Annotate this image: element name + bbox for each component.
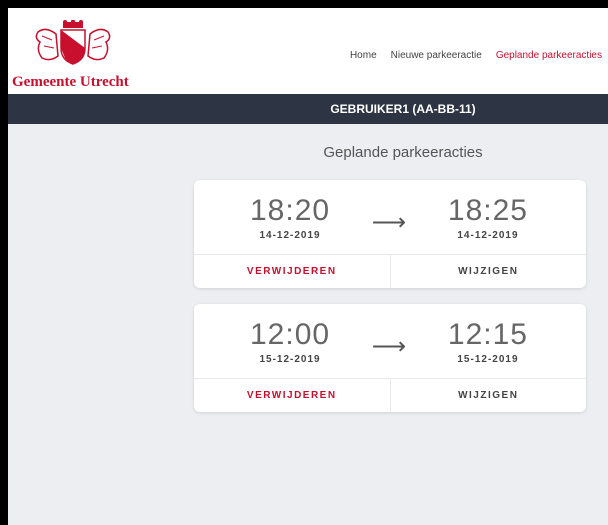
page-title: Geplande parkeeracties	[323, 144, 483, 161]
card-times: 18:20 14-12-2019 ⟶ 18:25 14-12-2019	[194, 180, 586, 254]
edit-button[interactable]: WIJZIGEN	[391, 255, 587, 288]
header: Gemeente Utrecht Home Nieuwe parkeeracti…	[8, 8, 608, 94]
brand-name: Gemeente Utrecht	[12, 74, 129, 90]
start-time: 18:20	[250, 193, 331, 227]
parking-action-card: 18:20 14-12-2019 ⟶ 18:25 14-12-2019 VERW…	[194, 180, 586, 288]
nav-home[interactable]: Home	[350, 50, 377, 61]
end-date: 14-12-2019	[457, 229, 519, 241]
card-times: 12:00 15-12-2019 ⟶ 12:15 15-12-2019	[194, 304, 586, 378]
app-frame: Gemeente Utrecht Home Nieuwe parkeeracti…	[8, 8, 608, 525]
end-time: 18:25	[447, 193, 528, 227]
end-date: 15-12-2019	[457, 353, 519, 365]
main-nav: Home Nieuwe parkeeractie Geplande parkee…	[350, 50, 602, 61]
card-actions: VERWIJDEREN WIJZIGEN	[194, 378, 586, 412]
nav-geplande-parkeeracties[interactable]: Geplande parkeeracties	[496, 50, 602, 61]
start-time-block: 12:00 15-12-2019	[250, 318, 330, 365]
coat-of-arms-icon	[35, 20, 111, 65]
right-arrow-icon: ⟶	[371, 332, 407, 360]
end-time-block: 12:15 15-12-2019	[448, 318, 528, 365]
start-date: 15-12-2019	[259, 353, 321, 365]
user-bar: GEBRUIKER1 (AA-BB-11)	[8, 94, 608, 124]
delete-button[interactable]: VERWIJDEREN	[194, 255, 391, 288]
right-arrow-icon: ⟶	[371, 208, 407, 236]
delete-button[interactable]: VERWIJDEREN	[194, 379, 391, 412]
logo[interactable]: Gemeente Utrecht	[12, 20, 142, 90]
start-time-block: 18:20 14-12-2019	[250, 194, 330, 241]
user-label: GEBRUIKER1 (AA-BB-11)	[330, 102, 476, 116]
edit-button[interactable]: WIJZIGEN	[391, 379, 587, 412]
end-time: 12:15	[447, 317, 528, 351]
start-time: 12:00	[250, 317, 331, 351]
nav-nieuwe-parkeeractie[interactable]: Nieuwe parkeeractie	[391, 50, 482, 61]
parking-action-list: 18:20 14-12-2019 ⟶ 18:25 14-12-2019 VERW…	[194, 180, 586, 428]
start-date: 14-12-2019	[259, 229, 321, 241]
card-actions: VERWIJDEREN WIJZIGEN	[194, 254, 586, 288]
end-time-block: 18:25 14-12-2019	[448, 194, 528, 241]
parking-action-card: 12:00 15-12-2019 ⟶ 12:15 15-12-2019 VERW…	[194, 304, 586, 412]
